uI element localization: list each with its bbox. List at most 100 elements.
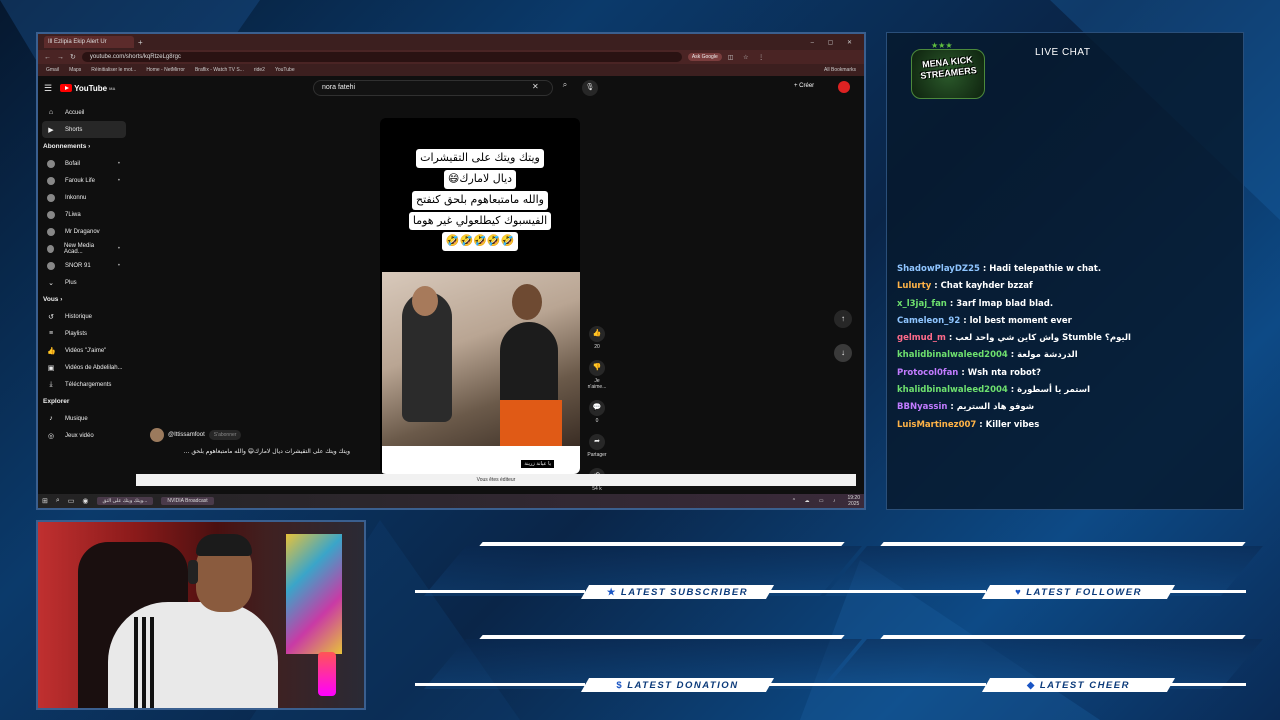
alert-label: ★ LATEST SUBSCRIBER xyxy=(585,587,770,598)
chat-username[interactable]: gelmud_m xyxy=(897,333,946,343)
sidebar-sub[interactable]: Inkonnu xyxy=(42,189,126,206)
bookmark-maps[interactable]: Maps xyxy=(69,67,81,73)
windows-start-icon[interactable]: ⊞ xyxy=(42,497,48,505)
sidebar-item-home[interactable]: ⌂ Accueil xyxy=(42,104,126,121)
alert-label-text: LATEST CHEER xyxy=(1039,680,1130,691)
mic-icon[interactable]: 🎙 xyxy=(582,80,598,96)
sidebar-item-music[interactable]: ♪ Musique xyxy=(42,410,126,427)
browser-tab[interactable]: Ill Ezlipia Ekip Alert Ur xyxy=(44,36,134,48)
sidebar-sub[interactable]: Farouk Life • xyxy=(42,172,126,189)
sidebar-label: Vidéos "J'aime" xyxy=(65,347,107,354)
chat-username[interactable]: khalidbinalwaleed2004 xyxy=(897,350,1008,360)
chat-text: 3arf lmap blad blad. xyxy=(956,298,1054,309)
youtube-logo[interactable]: YouTube MA xyxy=(60,84,115,93)
chat-username[interactable]: Protocol0fan xyxy=(897,368,958,378)
chrome-icon[interactable]: ◉ xyxy=(82,497,88,505)
bookmark-braflix[interactable]: Braflix - Watch TV S... xyxy=(195,67,244,73)
chat-message: BBNyassin : شوفو هاد الستريم xyxy=(897,399,1233,416)
channel-avatar[interactable] xyxy=(150,428,164,442)
reload-icon[interactable]: ↻ xyxy=(70,53,76,61)
extension-icons[interactable]: ◫ ☆ ⋮ xyxy=(728,54,768,61)
sidebar-item-downloads[interactable]: ⤓ Téléchargements xyxy=(42,376,126,393)
ask-google-button[interactable]: Ask Google xyxy=(687,53,722,61)
sidebar-label: New Media Acad... xyxy=(64,242,95,255)
share-icon[interactable]: ➦ xyxy=(589,434,605,450)
bookmark-youtube[interactable]: YouTube xyxy=(275,67,295,73)
game-icon: ◎ xyxy=(47,432,55,440)
all-bookmarks[interactable]: All Bookmarks xyxy=(824,67,856,73)
alert-label-text: LATEST FOLLOWER xyxy=(1026,587,1142,598)
search-icon[interactable]: ⌕ xyxy=(56,497,60,505)
bookmark-gmail[interactable]: Gmail xyxy=(46,67,59,73)
back-icon[interactable]: ← xyxy=(44,54,51,61)
previous-short-button[interactable]: ↑ xyxy=(834,310,852,328)
sidebar-item-playlists[interactable]: ≡ Playlists xyxy=(42,325,126,342)
sidebar-sub[interactable]: Mr Draganov xyxy=(42,223,126,240)
search-icon[interactable]: ⌕ xyxy=(554,80,576,96)
dislike-icon[interactable]: 👎 xyxy=(589,360,605,376)
channel-name[interactable]: @Ittissamfoot xyxy=(168,432,205,438)
sidebar-more[interactable]: ⌄ Plus xyxy=(42,274,126,291)
folder-icon[interactable]: ▭ xyxy=(68,497,75,505)
chat-text: شوفو هاد الستريم xyxy=(956,402,1035,413)
like-icon[interactable]: 👍 xyxy=(589,326,605,342)
chat-username[interactable]: Lulurty xyxy=(897,281,931,291)
sidebar-sub[interactable]: New Media Acad... • xyxy=(42,240,126,257)
bookmark-reset[interactable]: Réinitialiser le mot... xyxy=(91,67,136,73)
next-short-button[interactable]: ↓ xyxy=(834,344,852,362)
live-dot: • xyxy=(117,245,120,252)
sidebar-sub[interactable]: SNOR 91 • xyxy=(42,257,126,274)
menu-icon[interactable]: ☰ xyxy=(44,83,52,94)
youtube-header: ☰ YouTube MA nora fatehi ✕ ⌕ 🎙 + Créer xyxy=(38,76,864,100)
alert-label: ◆ LATEST CHEER xyxy=(986,680,1171,691)
alert-label-text: LATEST SUBSCRIBER xyxy=(620,587,749,598)
chat-username[interactable]: khalidbinalwaleed2004 xyxy=(897,385,1008,395)
clock[interactable]: 19:20 2025 xyxy=(847,495,860,507)
chat-username[interactable]: ShadowPlayDZ25 xyxy=(897,264,980,274)
clear-search-icon[interactable]: ✕ xyxy=(532,82,539,91)
sidebar-item-liked[interactable]: 👍 Vidéos "J'aime" xyxy=(42,342,126,359)
alert-stripe xyxy=(415,590,585,593)
chat-separator: : xyxy=(1007,385,1018,396)
sidebar-label: Musique xyxy=(65,415,88,422)
chat-text: Wsh nta robot? xyxy=(967,367,1041,378)
taskbar-app-nvidia[interactable]: NVIDIA Broadcast xyxy=(161,497,214,505)
live-dot: • xyxy=(117,160,120,167)
search-input[interactable]: nora fatehi xyxy=(313,80,553,96)
sidebar-sub[interactable]: 7Liwa xyxy=(42,206,126,223)
sidebar-item-your-videos[interactable]: ▣ Vidéos de Abdelilah... xyxy=(42,359,126,376)
youtube-sidebar: ⌂ Accueil ▶ Shorts Abonnements › Bofail • F… xyxy=(38,104,130,486)
sidebar-sub[interactable]: Bofail • xyxy=(42,155,126,172)
system-tray-icons[interactable]: ^ ☁ ▭ ♪ xyxy=(793,498,840,504)
create-button[interactable]: + Créer xyxy=(794,83,814,89)
like-icon: 👍 xyxy=(47,347,56,355)
sidebar-label: Shorts xyxy=(65,126,83,133)
chat-message: ShadowPlayDZ25 : Hadi telepathie w chat. xyxy=(897,261,1233,278)
browser-toolbar: ← → ↻ youtube.com/shorts/kqRtzeLg8rgc As… xyxy=(38,50,864,64)
forward-icon[interactable]: → xyxy=(57,54,64,61)
window-controls[interactable]: – ▢ ✕ xyxy=(811,39,858,46)
short-video-player[interactable]: ويتك ويتك على التقيشرات ديال لامارك😄 وال… xyxy=(380,118,580,474)
comment-icon[interactable]: 💬 xyxy=(589,400,605,416)
you-header[interactable]: Vous › xyxy=(38,291,130,308)
chat-username[interactable]: LuisMartinez007 xyxy=(897,420,976,430)
sidebar-item-gaming[interactable]: ◎ Jeux vidéo xyxy=(42,427,126,444)
sidebar-item-shorts[interactable]: ▶ Shorts xyxy=(42,121,126,138)
new-tab-button[interactable]: + xyxy=(138,38,143,47)
address-bar[interactable]: youtube.com/shorts/kqRtzeLg8rgc xyxy=(81,52,682,62)
sidebar-label: Mr Draganov xyxy=(65,228,100,235)
chat-text: Hadi telepathie w chat. xyxy=(989,264,1102,274)
subscribe-button[interactable]: S'abonner xyxy=(208,430,242,440)
bookmark-ride2[interactable]: ride2 xyxy=(254,67,265,73)
chat-username[interactable]: BBNyassin xyxy=(897,402,947,412)
shorts-icon: ▶ xyxy=(48,126,54,134)
bookmark-netmirror[interactable]: Home - NetMirror xyxy=(146,67,185,73)
chat-username[interactable]: x_l3jaj_fan xyxy=(897,299,947,309)
chat-username[interactable]: Cameleon_92 xyxy=(897,316,960,326)
taskbar-app-browser[interactable]: ويتك ويتك على التق... xyxy=(96,497,154,505)
account-avatar[interactable] xyxy=(838,81,850,93)
sidebar-item-history[interactable]: ↺ Historique xyxy=(42,308,126,325)
sidebar-label: Bofail xyxy=(65,160,81,167)
subscriptions-header[interactable]: Abonnements › xyxy=(38,138,130,155)
sidebar-label: Farouk Life xyxy=(65,177,96,184)
